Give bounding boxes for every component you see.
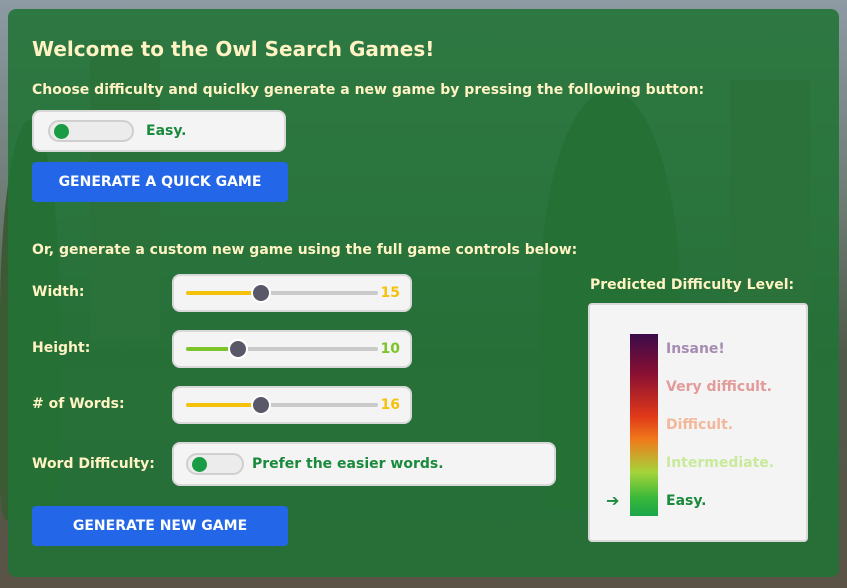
height-slider[interactable] (186, 339, 378, 359)
width-slider-handle[interactable] (250, 283, 271, 303)
words-slider-handle[interactable] (250, 395, 271, 415)
height-slider-handle[interactable] (227, 339, 248, 359)
word-difficulty-toggle[interactable] (186, 453, 244, 475)
words-value: 16 (380, 397, 400, 413)
words-slider-fill (186, 403, 261, 407)
quick-difficulty-toggle[interactable] (48, 120, 134, 142)
generate-new-game-button[interactable]: GENERATE NEW GAME (32, 506, 288, 546)
level-very-difficult: Very difficult. (666, 379, 772, 395)
height-label: Height: (32, 340, 91, 356)
generate-quick-game-button[interactable]: GENERATE A QUICK GAME (32, 162, 288, 202)
predicted-difficulty-title: Predicted Difficulty Level: (590, 277, 795, 293)
toggle-knob (54, 124, 69, 139)
height-value: 10 (380, 341, 400, 357)
quick-difficulty-label: Easy. (146, 123, 187, 139)
level-intermediate: Intermediate. (666, 455, 775, 471)
toggle-knob (192, 457, 207, 472)
level-easy: Easy. (666, 493, 707, 509)
width-slider[interactable] (186, 283, 378, 303)
width-slider-fill (186, 291, 261, 295)
level-insane: Insane! (666, 341, 725, 357)
words-slider-box: 16 (172, 386, 412, 424)
custom-game-heading: Or, generate a custom new game using the… (32, 242, 578, 258)
width-slider-box: 15 (172, 274, 412, 312)
words-label: # of Words: (32, 396, 125, 412)
current-level-arrow-icon: ➔ (606, 491, 620, 510)
height-slider-box: 10 (172, 330, 412, 368)
predicted-difficulty-box: Insane! Very difficult. Difficult. Inter… (588, 303, 808, 542)
width-value: 15 (380, 285, 400, 301)
word-difficulty-toggle-label: Prefer the easier words. (252, 456, 444, 472)
level-difficult: Difficult. (666, 417, 734, 433)
page-title: Welcome to the Owl Search Games! (32, 37, 435, 61)
difficulty-gradient-bar (630, 334, 658, 516)
word-difficulty-control: Prefer the easier words. (172, 442, 556, 486)
quick-game-instruction: Choose difficulty and quiclky generate a… (32, 82, 705, 98)
word-difficulty-label: Word Difficulty: (32, 456, 155, 472)
words-slider[interactable] (186, 395, 378, 415)
width-label: Width: (32, 284, 85, 300)
quick-difficulty-control: Easy. (32, 110, 286, 152)
game-setup-panel: Welcome to the Owl Search Games! Choose … (8, 9, 839, 577)
